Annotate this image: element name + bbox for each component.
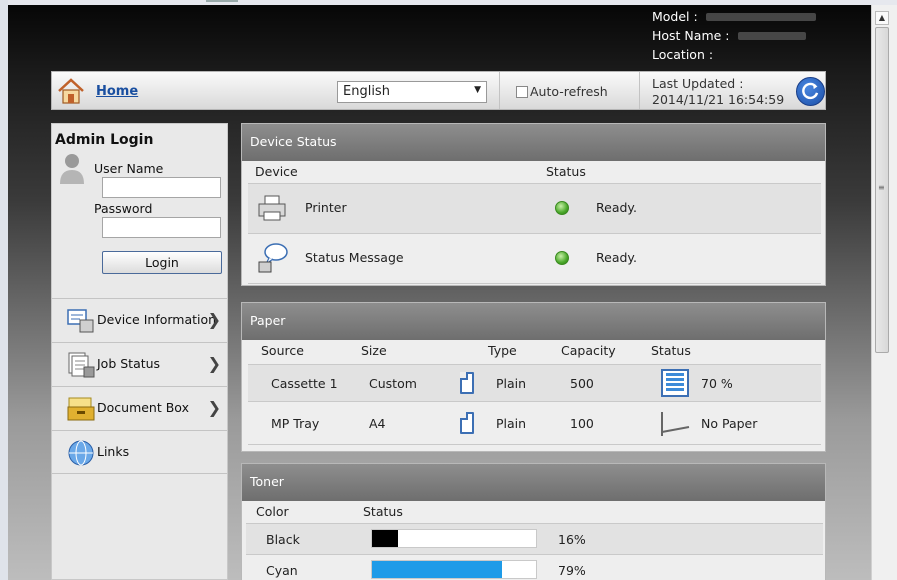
nav-divider: [499, 72, 500, 109]
table-row: Printer Ready.: [248, 183, 821, 234]
paper-type: Plain: [496, 376, 527, 391]
sidebar-item-label: Job Status: [97, 356, 161, 371]
host-name-value-redacted: [737, 31, 806, 40]
device-info-icon: [67, 309, 94, 333]
last-updated-value: 2014/11/21 16:54:59: [652, 92, 785, 107]
device-status-value: Ready.: [596, 200, 637, 215]
sidebar-item-job-status[interactable]: Job Status ❯: [52, 342, 227, 386]
toner-percent: 16%: [558, 532, 586, 547]
table-row: Black 16%: [246, 523, 823, 555]
table-row: Cassette 1 Custom Plain 500 70 %: [248, 364, 821, 402]
toner-title: Toner: [242, 464, 825, 501]
tray-level-icon: [661, 369, 689, 397]
paper-status: 70 %: [701, 376, 733, 391]
paper-type: Plain: [496, 416, 527, 431]
last-updated-label: Last Updated :: [652, 76, 744, 91]
model-label: Model :: [652, 9, 698, 24]
paper-source: MP Tray: [271, 416, 320, 431]
device-name: Printer: [305, 200, 347, 215]
device-name: Status Message: [305, 250, 404, 265]
printer-icon: [258, 195, 286, 221]
device-status-value: Ready.: [596, 250, 637, 265]
sidebar-item-label: Document Box: [97, 400, 189, 415]
job-status-icon: [68, 352, 95, 378]
paper-status: No Paper: [701, 416, 758, 431]
column-header-status: Status: [546, 164, 586, 179]
table-row: MP Tray A4 Plain 100 No Paper: [248, 402, 821, 445]
username-input[interactable]: [102, 177, 221, 198]
password-input[interactable]: [102, 217, 221, 238]
toner-color: Black: [266, 532, 300, 547]
nav-divider: [639, 72, 640, 109]
column-header-device: Device: [255, 164, 298, 179]
column-header-status: Status: [363, 504, 403, 519]
column-header-size: Size: [361, 343, 387, 358]
column-header-source: Source: [261, 343, 304, 358]
toner-panel: Toner Color Status Black 16% Cyan 79%: [241, 463, 826, 580]
nav-bar: Home English ▼ Auto-refresh Last Updated…: [51, 71, 826, 110]
user-icon: [60, 154, 84, 184]
model-value-redacted: [705, 12, 816, 21]
sidebar: Admin Login User Name Password Login Dev…: [51, 123, 228, 580]
paper-size: Custom: [369, 376, 417, 391]
language-select[interactable]: English ▼: [337, 81, 487, 103]
scroll-thumb[interactable]: ≡: [875, 27, 889, 353]
auto-refresh-toggle[interactable]: Auto-refresh: [516, 84, 608, 99]
paper-size: A4: [369, 416, 386, 431]
login-button[interactable]: Login: [102, 251, 222, 274]
toner-percent: 79%: [558, 563, 586, 578]
dropdown-arrow-icon: ▼: [474, 85, 481, 95]
host-name-label: Host Name :: [652, 28, 730, 43]
scroll-grip-icon: ≡: [878, 183, 885, 192]
home-icon[interactable]: [57, 77, 85, 105]
admin-login-title: Admin Login: [55, 132, 154, 148]
toner-color: Cyan: [266, 563, 298, 578]
refresh-icon[interactable]: [796, 77, 825, 106]
table-row: Status Message Ready.: [248, 234, 821, 284]
toner-level-fill: [372, 530, 399, 547]
toner-level-bar: [371, 560, 537, 579]
sidebar-item-document-box[interactable]: Document Box ❯: [52, 386, 227, 430]
status-message-icon: [258, 243, 288, 273]
home-link[interactable]: Home: [96, 84, 138, 99]
paper-title: Paper: [242, 303, 825, 340]
auto-refresh-label: Auto-refresh: [530, 84, 608, 99]
column-header-status: Status: [651, 343, 691, 358]
device-status-title: Device Status: [242, 124, 825, 161]
paper-sheet-icon: [460, 412, 474, 434]
location-label: Location :: [652, 47, 714, 62]
device-status-panel: Device Status Device Status Printer Read…: [241, 123, 826, 286]
sidebar-item-label: Device Information: [97, 312, 217, 327]
paper-capacity: 500: [570, 376, 594, 391]
table-row: Cyan 79%: [246, 555, 823, 580]
paper-capacity: 100: [570, 416, 594, 431]
sidebar-item-device-information[interactable]: Device Information ❯: [52, 298, 227, 342]
password-label: Password: [94, 201, 153, 216]
device-info-header: Model : Host Name : Location :: [652, 7, 816, 64]
last-updated: Last Updated : 2014/11/21 16:54:59: [652, 76, 784, 108]
paper-source: Cassette 1: [271, 376, 338, 391]
toner-level-bar: [371, 529, 537, 548]
chevron-right-icon: ❯: [207, 398, 221, 417]
globe-icon: [68, 440, 94, 466]
column-header-color: Color: [256, 504, 289, 519]
column-header-type: Type: [488, 343, 517, 358]
mp-tray-empty-icon: [661, 412, 690, 436]
sidebar-item-links[interactable]: Links: [52, 430, 227, 474]
vertical-scrollbar[interactable]: ▲ ≡: [871, 5, 897, 580]
sidebar-item-label: Links: [97, 444, 130, 459]
toner-level-fill: [372, 561, 502, 578]
paper-sheet-icon: [460, 372, 474, 394]
language-selected-value: English: [343, 84, 390, 99]
paper-panel: Paper Source Size Type Capacity Status C…: [241, 302, 826, 452]
document-box-icon: [67, 397, 95, 421]
chevron-right-icon: ❯: [207, 310, 221, 329]
column-header-capacity: Capacity: [561, 343, 616, 358]
username-label: User Name: [94, 161, 164, 176]
chevron-right-icon: ❯: [207, 354, 221, 373]
status-ready-icon: [555, 251, 569, 265]
auto-refresh-checkbox[interactable]: [516, 85, 528, 98]
scroll-up-button[interactable]: ▲: [875, 11, 889, 25]
status-ready-icon: [555, 201, 569, 215]
